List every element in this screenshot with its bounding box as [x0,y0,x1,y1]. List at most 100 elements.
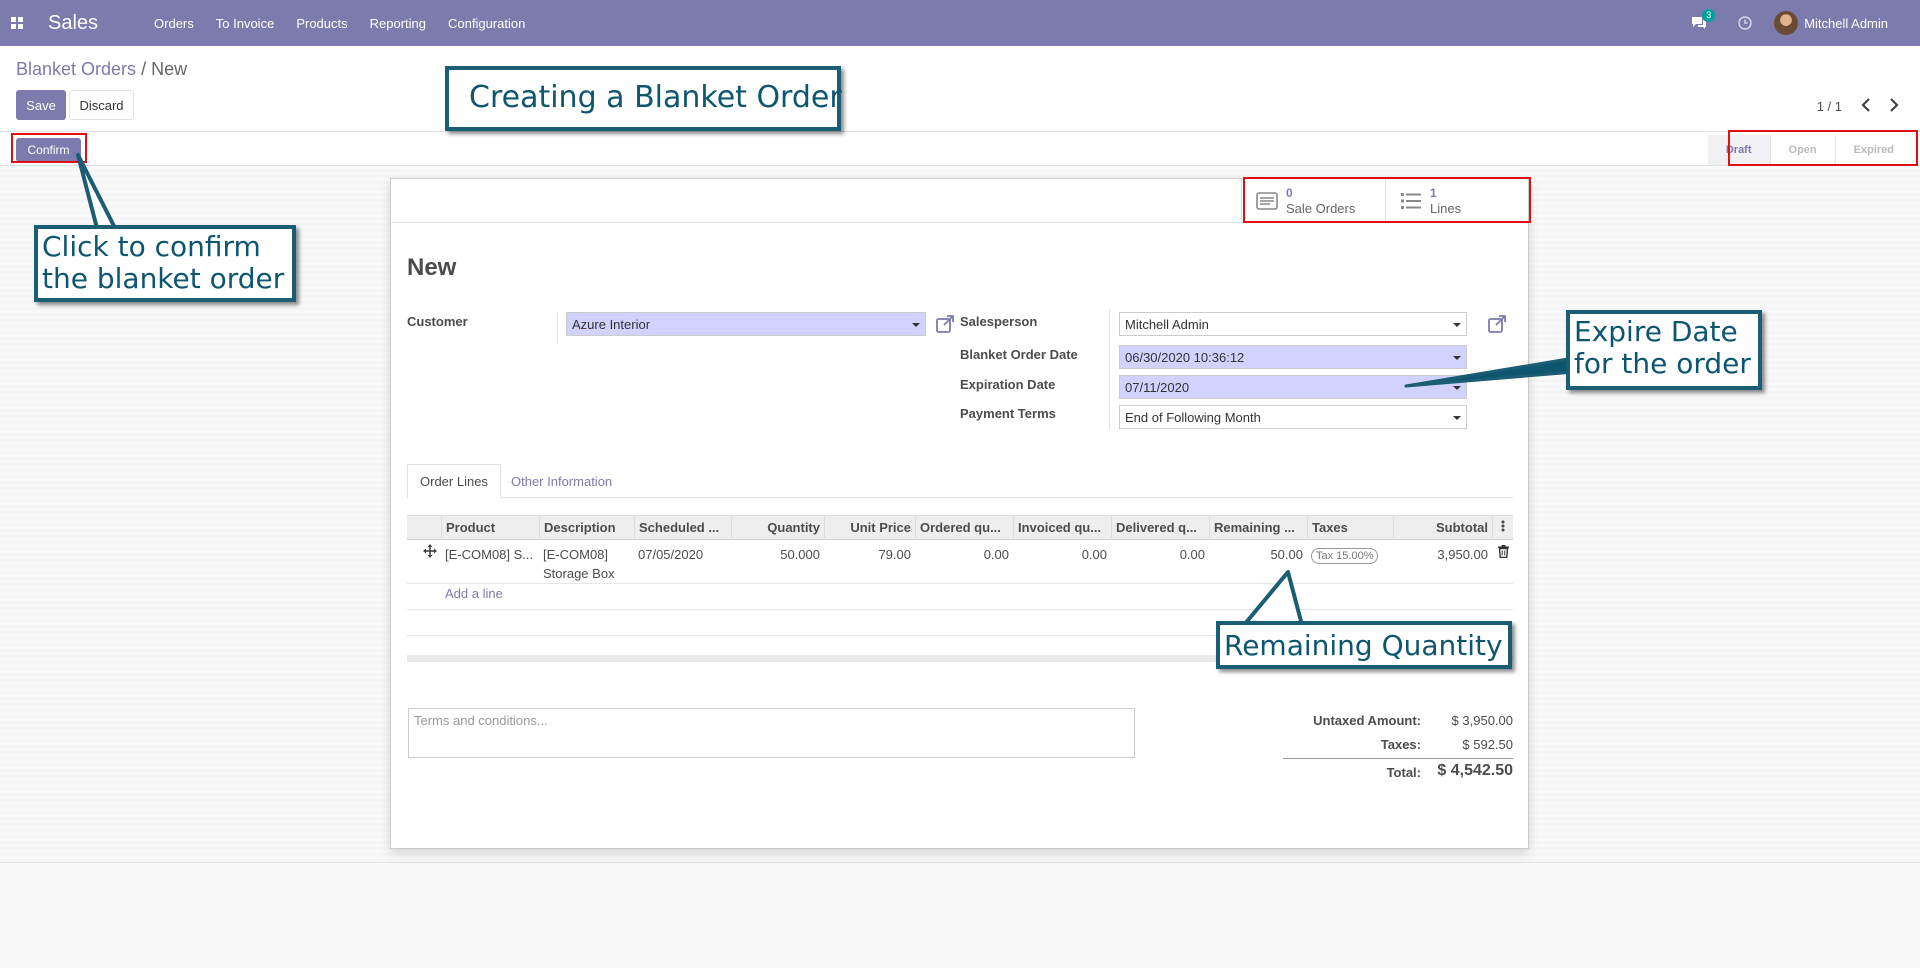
salesperson-label: Salesperson [960,314,1038,329]
column-subtotal[interactable]: Subtotal [1393,516,1492,540]
breadcrumb-separator: / [141,59,147,79]
column-quantity[interactable]: Quantity [731,516,824,540]
app-brand[interactable]: Sales [48,12,98,35]
salesperson-field[interactable]: Mitchell Admin [1119,312,1467,336]
annotation-title-text: Creating a Blanket Order [469,80,842,115]
taxes-label: Taxes: [1380,737,1421,752]
chevron-down-icon [1453,386,1461,390]
chat-badge: 3 [1702,9,1716,22]
form-sheet: 0 Sale Orders 1 Lines New Customer Azure… [389,178,1529,849]
row-divider [407,583,1513,584]
column-taxes[interactable]: Taxes [1307,516,1393,540]
tax-badge: Tax 15.00% [1311,548,1379,564]
save-button[interactable]: Save [16,90,66,120]
customer-field[interactable]: Azure Interior [566,312,926,336]
notebook-tabs: Order Lines Other Information [407,464,1513,498]
cell-description-line1[interactable]: [E-COM08] [539,545,634,564]
annotation-confirm: Click to confirm the blanket order [34,225,296,302]
status-bar: Confirm Draft Open Expired [0,132,1920,166]
payment-terms-label: Payment Terms [960,406,1056,421]
cell-scheduled[interactable]: 07/05/2020 [634,545,731,564]
cell-remaining-qty[interactable]: 50.00 [1209,545,1307,564]
drag-handle-icon[interactable] [419,544,439,563]
cell-taxes[interactable]: Tax 15.00% [1307,545,1393,564]
user-avatar[interactable] [1774,11,1799,35]
cell-quantity[interactable]: 50.000 [731,545,824,564]
expiration-date-value: 07/11/2020 [1125,380,1190,395]
menu-orders[interactable]: Orders [154,16,194,31]
activity-clock-icon[interactable] [1730,16,1760,30]
cell-subtotal[interactable]: 3,950.00 [1393,545,1492,564]
column-remaining-qty[interactable]: Remaining ... [1209,516,1307,540]
user-name[interactable]: Mitchell Admin [1804,16,1888,31]
discard-button[interactable]: Discard [69,90,134,120]
total-value: $ 4,542.50 [1437,762,1513,779]
tab-order-lines[interactable]: Order Lines [407,464,501,498]
terms-and-conditions-input[interactable]: Terms and conditions... [408,708,1135,758]
annotation-remaining-quantity: Remaining Quantity [1216,621,1512,669]
record-title: New [407,254,457,281]
column-options-icon[interactable] [1492,516,1513,540]
chevron-down-icon [1453,356,1461,360]
column-ordered-qty[interactable]: Ordered qu... [915,516,1013,540]
field-divider [1109,309,1110,429]
payment-terms-value: End of Following Month [1125,410,1261,425]
column-description[interactable]: Description [539,516,634,540]
customer-value: Azure Interior [572,317,651,332]
add-line-link[interactable]: Add a line [445,586,503,601]
cell-description-line2[interactable]: Storage Box [539,564,634,583]
menu-products[interactable]: Products [296,16,347,31]
menu-reporting[interactable]: Reporting [370,16,426,31]
top-navbar: Sales Orders To Invoice Products Reporti… [0,0,1920,46]
annotation-remaining-text: Remaining Quantity [1224,629,1503,662]
column-unit-price[interactable]: Unit Price [824,516,915,540]
column-scheduled[interactable]: Scheduled ... [634,516,731,540]
column-product[interactable]: Product [441,516,539,540]
expiration-date-label: Expiration Date [960,377,1056,392]
breadcrumb: Blanket Orders / New [16,59,187,80]
chat-icon[interactable]: 3 [1684,9,1716,30]
field-divider [557,312,558,344]
smart-buttons-highlight-box [1243,177,1531,223]
confirm-highlight-box [11,133,87,163]
cell-unit-price[interactable]: 79.00 [824,545,915,564]
menu-to-invoice[interactable]: To Invoice [216,16,275,31]
apps-menu-icon[interactable] [0,0,34,46]
control-panel: Blanket Orders / New Save Discard 1 / 1 [0,46,1920,132]
pager-value[interactable]: 1 / 1 [1817,99,1842,114]
chevron-down-icon [1453,416,1461,420]
expiration-date-field[interactable]: 07/11/2020 [1119,375,1467,399]
breadcrumb-blanket-orders[interactable]: Blanket Orders [16,59,136,79]
page-footer-area [0,862,1920,968]
trash-icon[interactable] [1494,544,1513,563]
column-invoiced-qty[interactable]: Invoiced qu... [1013,516,1111,540]
table-header: Product Description Scheduled ... Quanti… [407,515,1513,540]
tab-other-information[interactable]: Other Information [499,464,624,498]
payment-terms-field[interactable]: End of Following Month [1119,405,1467,429]
cell-product[interactable]: [E-COM08] S... [441,545,539,564]
annotation-expire-line2: for the order [1574,347,1751,380]
row-divider [407,609,1513,610]
total-label: Total: [1386,765,1421,780]
column-delivered-qty[interactable]: Delivered q... [1111,516,1209,540]
pager-previous-icon[interactable] [1858,96,1874,114]
taxes-value: $ 592.50 [1462,737,1513,752]
blanket-order-date-field[interactable]: 06/30/2020 10:36:12 [1119,345,1467,369]
menu-configuration[interactable]: Configuration [448,16,525,31]
blanket-order-date-label: Blanket Order Date [960,347,1078,362]
chevron-down-icon [1453,323,1461,327]
untaxed-amount-value: $ 3,950.00 [1451,713,1513,728]
external-link-icon[interactable] [935,314,955,334]
cell-ordered-qty[interactable]: 0.00 [915,545,1013,564]
cell-invoiced-qty[interactable]: 0.00 [1013,545,1111,564]
untaxed-amount-label: Untaxed Amount: [1313,713,1421,728]
blanket-order-date-value: 06/30/2020 10:36:12 [1125,350,1245,365]
customer-label: Customer [407,314,468,329]
external-link-icon[interactable] [1487,314,1507,334]
pager-next-icon[interactable] [1886,96,1902,114]
annotation-expire-line1: Expire Date [1574,315,1738,348]
chevron-down-icon [912,323,920,327]
annotation-confirm-line1: Click to confirm [42,230,261,263]
cell-delivered-qty[interactable]: 0.00 [1111,545,1209,564]
salesperson-value: Mitchell Admin [1125,317,1209,332]
